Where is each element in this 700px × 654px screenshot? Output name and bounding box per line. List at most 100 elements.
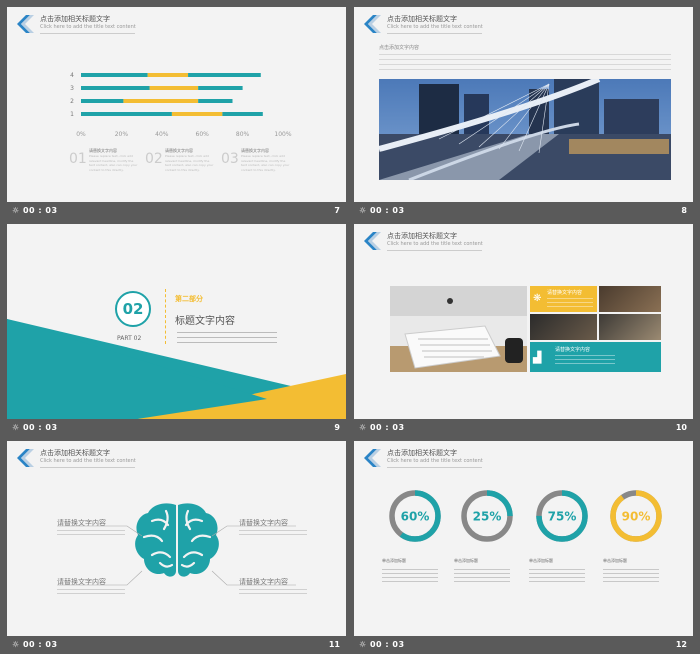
slide-footer: ☼ 00 : 03 11 bbox=[7, 636, 346, 654]
slide-canvas: 点击添加相关标题文字 Click here to add the title t… bbox=[354, 441, 693, 636]
divider bbox=[387, 467, 482, 468]
slide-number: 7 bbox=[334, 206, 340, 215]
divider bbox=[165, 289, 167, 344]
section-title: 标题文字内容 bbox=[175, 316, 235, 327]
bar-segment bbox=[81, 73, 148, 77]
category-label: 3 bbox=[70, 85, 74, 92]
item-02: 02 请替换文字内容 Please replace text, click ad… bbox=[145, 148, 214, 172]
x-tick-label: 100% bbox=[274, 131, 291, 138]
bar-segment bbox=[198, 86, 243, 90]
timer: ☼ 00 : 03 bbox=[359, 423, 405, 432]
bar-segment bbox=[188, 73, 261, 77]
slide-thumbnail-10[interactable]: 点击添加相关标题文字 Click here to add the title t… bbox=[354, 224, 693, 437]
slide-number: 9 bbox=[334, 423, 340, 432]
bar-segment bbox=[123, 99, 199, 103]
section-heading: 第二部分 bbox=[175, 295, 203, 303]
donut-caption-title: 单击添加标题 bbox=[529, 558, 553, 563]
donut-caption: 单击添加标题 bbox=[382, 558, 444, 583]
item-number: 02 bbox=[145, 151, 163, 167]
bar-segment bbox=[171, 112, 223, 116]
body-text-placeholder bbox=[379, 52, 671, 74]
slide-number: 10 bbox=[675, 423, 687, 432]
city-bridge-photo bbox=[379, 79, 671, 180]
donut-value: 60% bbox=[401, 510, 430, 524]
bar-segment bbox=[198, 99, 233, 103]
divider bbox=[387, 33, 482, 34]
x-tick-label: 60% bbox=[196, 131, 210, 138]
slide-canvas: 点击添加相关标题文字 Click here to add the title t… bbox=[354, 224, 693, 419]
item-number: 01 bbox=[69, 151, 87, 167]
x-tick-label: 40% bbox=[155, 131, 169, 138]
donut-value: 75% bbox=[548, 510, 577, 524]
bar-segment bbox=[149, 86, 199, 90]
timer: ☼ 00 : 03 bbox=[12, 206, 58, 215]
slide-title: 点击添加相关标题文字 bbox=[387, 449, 457, 457]
bar-chart-icon: ▟ bbox=[533, 351, 542, 364]
bar-segment bbox=[81, 99, 124, 103]
numbered-items: 01 请替换文字内容 Please replace text, click ad… bbox=[69, 148, 339, 188]
slide-footer: ☼ 00 : 03 12 bbox=[354, 636, 693, 654]
chevron-logo-icon bbox=[364, 15, 381, 33]
bar-segment bbox=[147, 73, 189, 77]
box-title: 请替换文字内容 bbox=[555, 347, 591, 353]
donut-caption: 单击添加标题 bbox=[529, 558, 591, 583]
box-title: 请替换文字内容 bbox=[547, 290, 583, 296]
donut-caption: 单击添加标题 bbox=[454, 558, 516, 583]
chevron-logo-icon bbox=[364, 449, 381, 467]
slide-canvas: 点击添加相关标题文字 Click here to add the title t… bbox=[7, 441, 346, 636]
donut-caption-title: 单击添加标题 bbox=[382, 558, 406, 563]
slide-subtitle: Click here to add the title text content bbox=[387, 241, 483, 247]
connector-lines bbox=[57, 525, 296, 586]
slide-title: 点击添加相关标题文字 bbox=[387, 15, 457, 23]
caption: 点击添加文字内容 bbox=[379, 45, 420, 51]
donut-value: 25% bbox=[473, 510, 502, 524]
category-label: 4 bbox=[70, 72, 74, 79]
slide-title: 点击添加相关标题文字 bbox=[387, 232, 457, 240]
slide-footer: ☼ 00 : 03 7 bbox=[7, 202, 346, 220]
slide-subtitle: Click here to add the title text content bbox=[387, 458, 483, 464]
bar-chart: 12340% 20% 40% 60% 80% 100% bbox=[70, 72, 292, 138]
slide-subtitle: Click here to add the title text content bbox=[40, 24, 136, 30]
slide-thumbnail-7[interactable]: 点击添加相关标题文字 Click here to add the title t… bbox=[7, 7, 346, 220]
slide-number: 11 bbox=[328, 640, 340, 649]
chart-icon: ❋ bbox=[533, 293, 542, 304]
slide-thumbnail-12[interactable]: 点击添加相关标题文字 Click here to add the title t… bbox=[354, 441, 693, 654]
office-photo-1 bbox=[599, 286, 661, 312]
slide-canvas: 点击添加相关标题文字 Click here to add the title t… bbox=[354, 7, 693, 202]
divider bbox=[387, 250, 482, 251]
slide-canvas: 02 PART 02 第二部分 标题文字内容 bbox=[7, 224, 346, 419]
timer: ☼ 00 : 03 bbox=[359, 640, 405, 649]
part-badge: 02 bbox=[115, 291, 151, 327]
timer: ☼ 00 : 03 bbox=[359, 206, 405, 215]
slide-canvas: 点击添加相关标题文字 Click here to add the title t… bbox=[7, 7, 346, 202]
slide-subtitle: Click here to add the title text content bbox=[387, 24, 483, 30]
divider bbox=[40, 33, 135, 34]
item-03: 03 请替换文字内容 Please replace text, click ad… bbox=[221, 148, 290, 172]
text-lines bbox=[177, 330, 277, 344]
info-box-1: ❋ 请替换文字内容 bbox=[530, 286, 597, 312]
slide-footer: ☼ 00 : 03 8 bbox=[354, 202, 693, 220]
slide-title: 点击添加相关标题文字 bbox=[40, 15, 110, 23]
chevron-logo-icon bbox=[364, 232, 381, 250]
item-01: 01 请替换文字内容 Please replace text, click ad… bbox=[69, 148, 138, 172]
donut-charts: 60% 25% 75% 90% bbox=[389, 490, 662, 542]
donut-value: 90% bbox=[622, 510, 651, 524]
bar-segment bbox=[81, 86, 150, 90]
slide-number: 8 bbox=[681, 206, 687, 215]
slide-thumbnail-8[interactable]: 点击添加相关标题文字 Click here to add the title t… bbox=[354, 7, 693, 220]
donut-caption: 单击添加标题 bbox=[603, 558, 665, 583]
donut-caption-title: 单击添加标题 bbox=[603, 558, 627, 563]
office-photo-2 bbox=[530, 314, 597, 340]
timer: ☼ 00 : 03 bbox=[12, 640, 58, 649]
keyboard-photo bbox=[390, 286, 527, 372]
x-tick-label: 0% bbox=[76, 131, 86, 138]
slide-thumbnail-9[interactable]: 02 PART 02 第二部分 标题文字内容 ☼ 00 : 03 9 bbox=[7, 224, 346, 437]
slide-number: 12 bbox=[675, 640, 687, 649]
category-label: 1 bbox=[70, 111, 74, 118]
office-photo-3 bbox=[599, 314, 661, 340]
slide-footer: ☼ 00 : 03 10 bbox=[354, 419, 693, 437]
timer: ☼ 00 : 03 bbox=[12, 423, 58, 432]
slide-thumbnail-11[interactable]: 点击添加相关标题文字 Click here to add the title t… bbox=[7, 441, 346, 654]
donut-caption-title: 单击添加标题 bbox=[454, 558, 478, 563]
bar-segment bbox=[81, 112, 172, 116]
